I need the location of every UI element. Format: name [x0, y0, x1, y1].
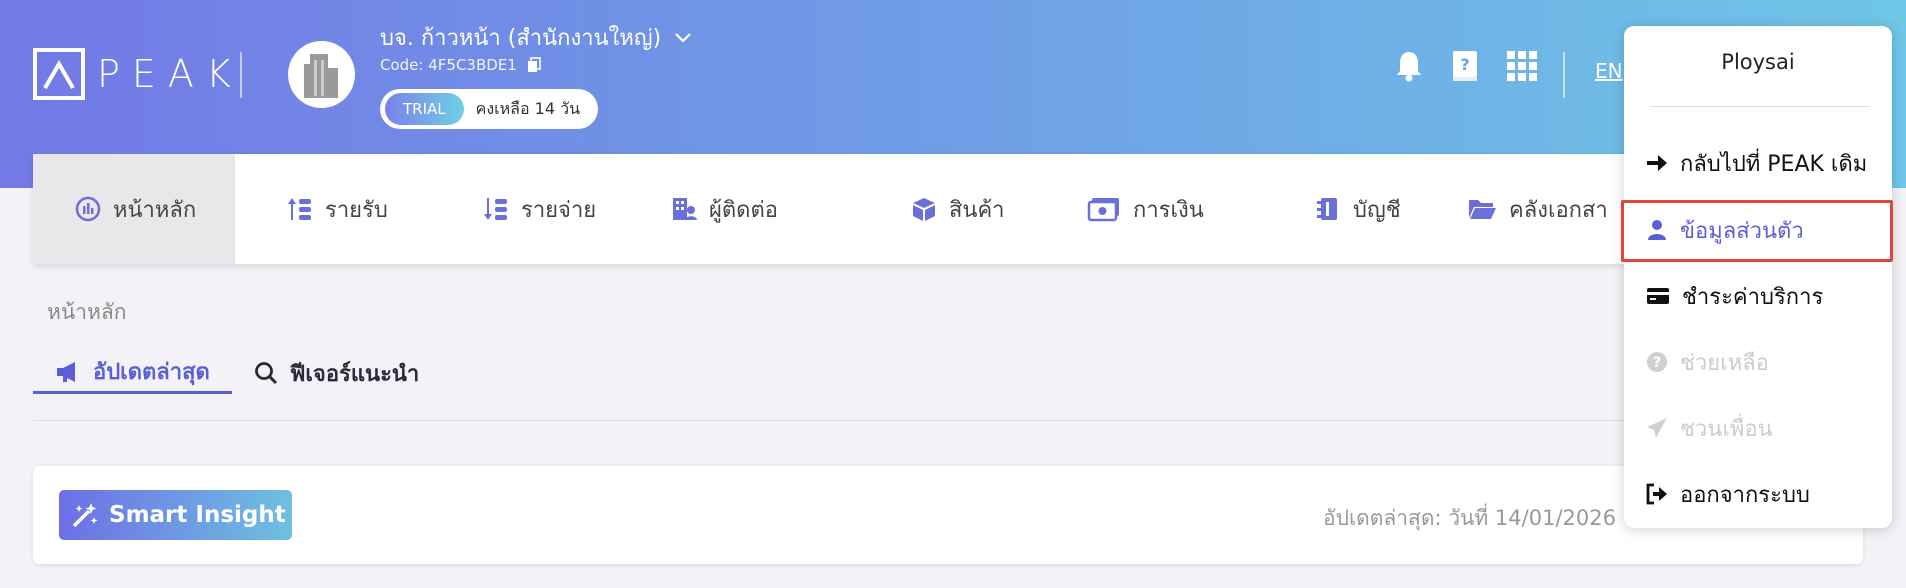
tab-recommended-features[interactable]: ฟีเจอร์แนะนำ	[232, 352, 441, 394]
copy-icon[interactable]	[527, 57, 541, 73]
arrow-right-icon	[1647, 155, 1667, 171]
expense-icon	[484, 198, 507, 220]
svg-text:?: ?	[1460, 55, 1469, 74]
smart-insight-card: Smart Insight อัปเดตล่าสุด: วันที่ 14/01…	[33, 466, 1863, 564]
menu-item-logout[interactable]: ออกจากระบบ	[1646, 474, 1886, 514]
nav-item-income[interactable]: รายรับ	[235, 154, 433, 264]
help-book-icon[interactable]: ?	[1451, 50, 1479, 82]
company-name: บจ. ก้าวหน้า (สำนักงานใหญ่)	[380, 26, 662, 51]
menu-item-label: ช่วยเหลือ	[1680, 350, 1769, 376]
main-nav: หน้าหลัก รายรับ รายจ่าย ผู้ติดต่อ สินค้า	[33, 154, 1863, 264]
menu-item-help[interactable]: ? ช่วยเหลือ	[1646, 342, 1886, 382]
tab-label: ฟีเจอร์แนะนำ	[289, 361, 420, 387]
menu-item-invite-friends[interactable]: ชวนเพื่อน	[1646, 408, 1886, 448]
trial-remaining: คงเหลือ 14 วัน	[475, 98, 581, 118]
tab-latest-updates[interactable]: อัปเดตล่าสุด	[33, 352, 232, 394]
nav-item-label: ผู้ติดต่อ	[709, 197, 778, 223]
nav-item-label: รายจ่าย	[521, 197, 597, 223]
accounting-icon	[1317, 198, 1337, 220]
nav-item-label: การเงิน	[1133, 197, 1204, 223]
company-code: Code: 4F5C3BDE1	[380, 56, 541, 74]
breadcrumb: หน้าหลัก	[47, 300, 127, 324]
user-menu-username: Ploysai	[1721, 50, 1795, 74]
menu-item-label: ข้อมูลส่วนตัว	[1680, 218, 1804, 244]
divider	[1563, 52, 1565, 98]
menu-item-profile[interactable]: ข้อมูลส่วนตัว	[1646, 210, 1886, 250]
menu-item-label: ชำระค่าบริการ	[1682, 284, 1824, 310]
user-icon	[1648, 220, 1666, 240]
svg-text:?: ?	[1653, 355, 1661, 371]
search-icon	[254, 362, 277, 385]
smart-insight-button[interactable]: Smart Insight	[59, 490, 292, 540]
menu-item-label: กลับไปที่ PEAK เดิม	[1680, 151, 1868, 177]
help-icon: ?	[1647, 352, 1667, 372]
nav-item-finance[interactable]: การเงิน	[1037, 154, 1255, 264]
nav-item-label: คลังเอกสา	[1509, 197, 1608, 223]
menu-item-back-to-old-peak[interactable]: กลับไปที่ PEAK เดิม	[1646, 143, 1886, 183]
smart-insight-label: Smart Insight	[109, 502, 286, 528]
credit-card-icon	[1647, 288, 1669, 304]
nav-item-expense[interactable]: รายจ่าย	[433, 154, 631, 264]
trial-label: TRIAL	[385, 93, 464, 125]
home-tabs: อัปเดตล่าสุด ฟีเจอร์แนะนำ	[33, 352, 441, 394]
logo-mark-icon	[33, 48, 85, 100]
nav-item-products[interactable]: สินค้า	[841, 154, 1037, 264]
divider	[1650, 106, 1870, 107]
apps-grid-icon[interactable]	[1507, 51, 1537, 81]
last-updated-text: อัปเดตล่าสุด: วันที่ 14/01/2026	[1323, 506, 1616, 530]
trial-badge[interactable]: TRIAL คงเหลือ 14 วัน	[380, 89, 598, 129]
bell-icon[interactable]	[1395, 50, 1423, 82]
company-selector[interactable]: บจ. ก้าวหน้า (สำนักงานใหญ่)	[380, 20, 691, 55]
nav-item-accounting[interactable]: บัญชี	[1255, 154, 1421, 264]
folder-icon	[1469, 200, 1496, 219]
tab-label: อัปเดตล่าสุด	[93, 360, 210, 385]
income-icon	[288, 198, 311, 220]
menu-item-label: ชวนเพื่อน	[1680, 416, 1773, 442]
megaphone-icon	[57, 361, 75, 382]
language-switch[interactable]: EN	[1595, 59, 1623, 83]
header-icons: ?	[1395, 50, 1537, 82]
nav-item-dashboard[interactable]: หน้าหลัก	[33, 154, 235, 264]
menu-item-label: ออกจากระบบ	[1680, 482, 1810, 508]
box-icon	[913, 198, 935, 221]
divider	[240, 52, 242, 98]
menu-item-billing[interactable]: ชำระค่าบริการ	[1646, 276, 1886, 316]
nav-item-label: หน้าหลัก	[113, 197, 197, 223]
nav-item-label: บัญชี	[1353, 197, 1401, 223]
nav-item-label: รายรับ	[325, 197, 388, 223]
dashboard-icon	[75, 196, 101, 222]
logout-icon	[1646, 483, 1667, 505]
send-icon	[1647, 418, 1667, 438]
divider	[33, 420, 1863, 421]
contacts-icon	[673, 198, 697, 220]
peak-logo[interactable]: PEAK	[33, 48, 243, 100]
nav-item-contacts[interactable]: ผู้ติดต่อ	[631, 154, 841, 264]
company-code-text: Code: 4F5C3BDE1	[380, 56, 517, 74]
magic-wand-icon	[72, 503, 98, 528]
logo-text: PEAK	[97, 52, 243, 96]
money-icon	[1087, 198, 1119, 222]
user-menu: Ploysai กลับไปที่ PEAK เดิม ข้อมูลส่วนตั…	[1621, 26, 1893, 528]
company-avatar[interactable]	[288, 41, 355, 108]
building-icon	[303, 53, 338, 98]
nav-item-label: สินค้า	[949, 197, 1005, 223]
chevron-down-icon	[675, 32, 691, 43]
